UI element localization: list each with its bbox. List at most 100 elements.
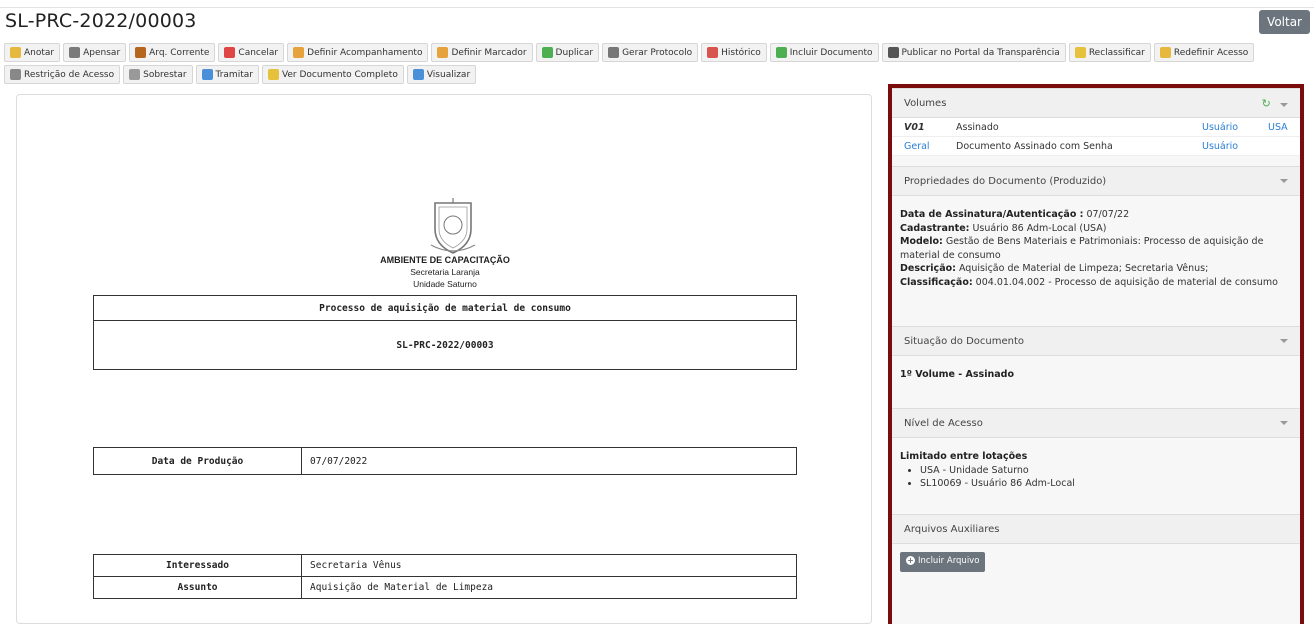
chevron-down-icon[interactable]: [1280, 339, 1288, 343]
chevron-down-icon[interactable]: [1280, 421, 1288, 425]
toolbar-button-cancelar[interactable]: Cancelar: [218, 43, 285, 62]
forward-icon: [201, 69, 213, 80]
toolbar-button-label: Visualizar: [426, 69, 471, 80]
back-button[interactable]: Voltar: [1259, 10, 1310, 34]
volume-code: V01: [904, 121, 925, 133]
toolbar-button-label: Reclassificar: [1088, 47, 1145, 58]
refresh-icon[interactable]: ↻: [1262, 97, 1271, 110]
toolbar-button-label: Definir Marcador: [451, 47, 527, 58]
volumes-list: V01 Assinado Usuário USA Geral Documento…: [892, 118, 1300, 156]
toolbar-button-label: Redefinir Acesso: [1173, 47, 1249, 58]
toolbar-button-label: Duplicar: [555, 47, 594, 58]
toolbar-button-label: Apensar: [83, 47, 121, 58]
chevron-down-icon[interactable]: [1280, 179, 1288, 183]
volume-user-link[interactable]: Usuário: [1202, 141, 1268, 152]
toolbar-button-arq-corrente[interactable]: Arq. Corrente: [129, 43, 216, 62]
volume-user-link[interactable]: Usuário: [1202, 122, 1268, 133]
toolbar-button-definir-marcador[interactable]: Definir Marcador: [431, 43, 533, 62]
toolbar-button-reclassificar[interactable]: Reclassificar: [1068, 43, 1151, 62]
situation-header[interactable]: Situação do Documento: [892, 326, 1300, 356]
properties-body: Data de Assinatura/Autenticação : 07/07/…: [892, 196, 1300, 316]
clip-icon: [69, 47, 81, 58]
model-label: Modelo:: [900, 236, 943, 247]
access-list: USA - Unidade Saturno SL10069 - Usuário …: [920, 464, 1292, 491]
sign-date-value: 07/07/22: [1083, 209, 1130, 220]
folder-icon: [293, 47, 305, 58]
folder-open-icon: [267, 69, 279, 80]
list-item: Geral Documento Assinado com Senha Usuár…: [892, 137, 1300, 156]
org-name: AMBIENTE DE CAPACITAÇÃO: [380, 255, 510, 265]
toolbar-button-incluir-documento[interactable]: Incluir Documento: [769, 43, 879, 62]
toolbar-button-historico[interactable]: Histórico: [701, 43, 767, 62]
toolbar-button-sobrestar[interactable]: Sobrestar: [123, 65, 193, 84]
toolbar-button-label: Anotar: [24, 47, 55, 58]
document-heading: Processo de aquisição de material de con…: [93, 295, 797, 321]
add-document-icon: [775, 47, 787, 58]
action-toolbar: Anotar Apensar Arq. Corrente Cancelar Defini…: [4, 43, 1304, 87]
production-label: Data de Produção: [93, 447, 302, 475]
add-file-label: Incluir Arquivo: [918, 556, 980, 566]
toolbar-button-redefinir-acesso[interactable]: Redefinir Acesso: [1153, 43, 1255, 62]
situation-value: 1º Volume - Assinado: [900, 369, 1014, 380]
eye-icon: [412, 69, 424, 80]
document-header-table: Processo de aquisição de material de con…: [93, 295, 797, 370]
access-header[interactable]: Nível de Acesso: [892, 408, 1300, 438]
list-item: V01 Assinado Usuário USA: [892, 118, 1300, 137]
interested-value: Secretaria Vênus: [301, 554, 797, 577]
toolbar-button-label: Publicar no Portal da Transparência: [901, 47, 1060, 58]
toolbar-button-label: Restrição de Acesso: [24, 69, 115, 80]
toolbar-button-gerar-protocolo[interactable]: Gerar Protocolo: [602, 43, 699, 62]
toolbar-button-label: Histórico: [721, 47, 761, 58]
chevron-down-icon[interactable]: [1280, 102, 1288, 107]
properties-title: Propriedades do Documento (Produzido): [904, 175, 1107, 187]
duplicate-icon: [541, 47, 553, 58]
access-title: Nível de Acesso: [904, 417, 983, 429]
aux-files-header[interactable]: Arquivos Auxiliares: [892, 514, 1300, 544]
properties-header[interactable]: Propriedades do Documento (Produzido): [892, 166, 1300, 196]
table-row: Interessado Secretaria Vênus: [93, 554, 797, 577]
toolbar-button-label: Cancelar: [238, 47, 279, 58]
lock-icon: [10, 69, 21, 80]
toolbar-button-label: Sobrestar: [143, 69, 187, 80]
coat-of-arms-icon: [430, 198, 476, 254]
toolbar-button-publicar-no-portal-da-transparencia[interactable]: Publicar no Portal da Transparência: [881, 43, 1066, 62]
toolbar-button-visualizar[interactable]: Visualizar: [406, 65, 477, 84]
toolbar-button-tramitar[interactable]: Tramitar: [195, 65, 259, 84]
volume-unit-link[interactable]: USA: [1268, 122, 1288, 133]
aux-files-body: + Incluir Arquivo: [892, 544, 1300, 578]
volume-status: Assinado: [956, 121, 999, 133]
toolbar-button-label: Ver Documento Completo: [281, 69, 398, 80]
volumes-header[interactable]: Volumes ↻: [892, 88, 1300, 118]
toolbar-button-anotar[interactable]: Anotar: [4, 43, 61, 62]
toolbar-button-ver-documento-completo[interactable]: Ver Documento Completo: [261, 65, 404, 84]
volume-status: Documento Assinado com Senha: [956, 140, 1113, 152]
toolbar-button-apensar[interactable]: Apensar: [63, 43, 127, 62]
publish-icon: [887, 47, 899, 58]
note-icon: [10, 47, 21, 58]
cancel-icon: [224, 47, 236, 58]
document-number: SL-PRC-2022/00003: [93, 320, 797, 370]
archive-icon: [135, 47, 147, 58]
interested-label: Interessado: [93, 554, 302, 577]
volume-general-link[interactable]: Geral: [904, 141, 956, 152]
description-value: Aquisição de Material de Limpeza; Secret…: [955, 263, 1209, 274]
pause-icon: [129, 69, 141, 80]
volumes-title: Volumes: [904, 97, 947, 109]
toolbar-button-label: Tramitar: [215, 69, 253, 80]
access-heading: Limitado entre lotações: [900, 451, 1028, 462]
top-bar: [0, 0, 1314, 8]
calendar-icon: [707, 47, 719, 58]
list-item: SL10069 - Usuário 86 Adm-Local: [920, 477, 1292, 491]
toolbar-button-restricao-de-acesso[interactable]: Restrição de Acesso: [4, 65, 121, 84]
toolbar-button-definir-acompanhamento[interactable]: Definir Acompanhamento: [287, 43, 429, 62]
details-table: Interessado Secretaria Vênus Assunto Aqu…: [93, 554, 797, 599]
table-row: Assunto Aquisição de Material de Limpeza: [93, 576, 797, 599]
description-label: Descrição:: [900, 263, 956, 274]
add-file-button[interactable]: + Incluir Arquivo: [900, 552, 986, 572]
toolbar-button-duplicar[interactable]: Duplicar: [535, 43, 600, 62]
situation-body: 1º Volume - Assinado: [892, 356, 1300, 398]
situation-title: Situação do Documento: [904, 335, 1025, 347]
org-secretariat: Secretaria Laranja: [410, 267, 480, 277]
shield-icon: [1159, 47, 1171, 58]
production-table: Data de Produção 07/07/2022: [93, 447, 797, 475]
